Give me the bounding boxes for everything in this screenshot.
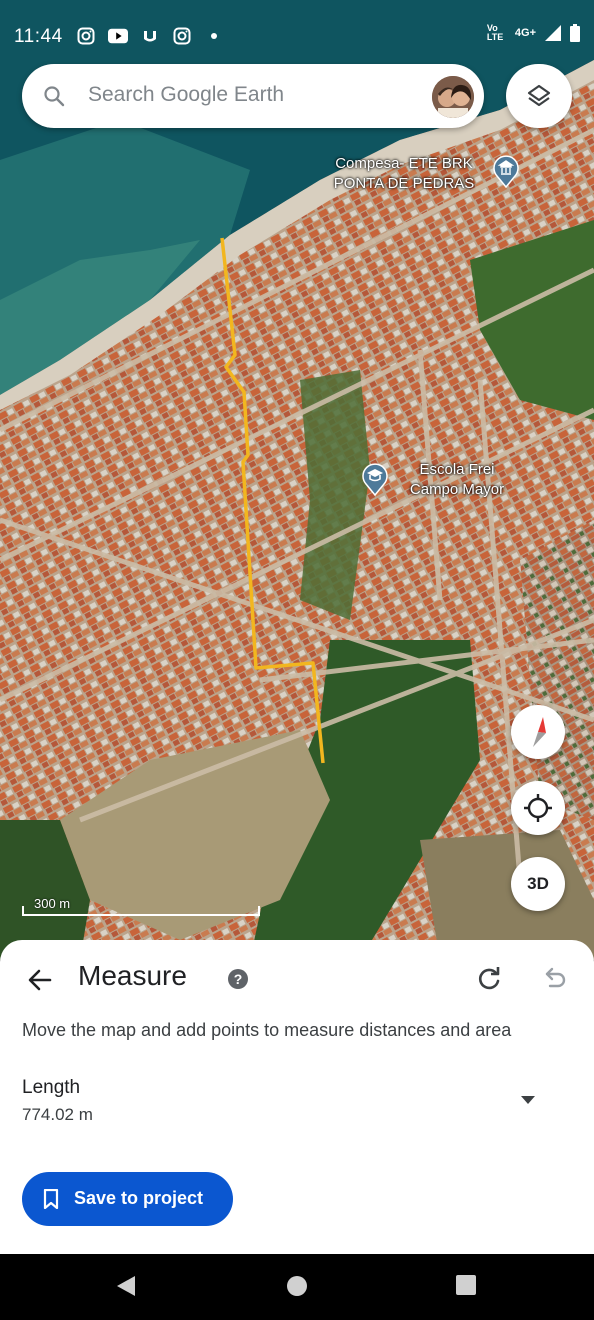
battery-icon: [570, 24, 580, 42]
search-bar[interactable]: Search Google Earth: [22, 64, 484, 128]
layers-icon: [527, 84, 551, 107]
measure-instructions: Move the map and add points to measure d…: [22, 1020, 512, 1040]
place-label-escola[interactable]: Escola Frei Campo Mayor: [394, 460, 520, 500]
length-value: 774.02 m: [22, 1105, 93, 1124]
system-nav-bar: [0, 1254, 594, 1320]
landmark-pin-icon[interactable]: [491, 152, 521, 188]
scale-line: [22, 906, 260, 916]
dot-icon: [204, 26, 224, 46]
redo-icon[interactable]: [474, 964, 504, 994]
my-location-button[interactable]: [511, 781, 565, 835]
place-label-compesa[interactable]: Compesa- ETE BRK PONTA DE PEDRAS: [314, 154, 494, 194]
avatar[interactable]: [432, 76, 474, 118]
save-button-label: Save to project: [74, 1188, 204, 1208]
crosshair-icon: [524, 794, 552, 822]
length-label: Length: [22, 1077, 81, 1098]
instagram-icon: [76, 26, 96, 46]
save-to-project-button[interactable]: Save to project: [22, 1172, 233, 1226]
mail-icon: [140, 26, 160, 46]
compass-icon: [533, 717, 546, 747]
nav-back-icon[interactable]: [115, 1274, 137, 1298]
instagram-icon: [172, 26, 192, 46]
nav-recents-icon[interactable]: [455, 1274, 477, 1296]
measure-panel: Measure ? Move the map and add points to…: [0, 940, 594, 1254]
signal-icon: [545, 25, 561, 41]
status-bar: 11:44 Vo LTE 4G+: [0, 0, 594, 70]
search-placeholder[interactable]: Search Google Earth: [88, 83, 284, 107]
network-type: 4G+: [514, 27, 536, 39]
map-view[interactable]: 11:44 Vo LTE 4G+ Search Google Earth Com…: [0, 0, 594, 960]
compass-button[interactable]: [511, 705, 565, 759]
panel-title: Measure: [78, 960, 187, 991]
school-pin-icon[interactable]: [360, 460, 390, 496]
3d-toggle-button[interactable]: 3D: [511, 857, 565, 911]
volte-indicator: Vo LTE: [486, 23, 504, 42]
nav-home-icon[interactable]: [285, 1274, 309, 1298]
clock: 11:44: [14, 26, 63, 47]
bookmark-icon: [43, 1189, 59, 1209]
back-arrow-icon[interactable]: [24, 964, 56, 996]
youtube-icon: [108, 26, 128, 46]
chevron-down-icon[interactable]: [520, 1095, 536, 1105]
help-icon[interactable]: ?: [228, 969, 248, 989]
scale-bar: 300 m: [22, 894, 260, 916]
layers-button[interactable]: [506, 64, 572, 128]
search-icon: [44, 86, 65, 107]
undo-icon[interactable]: [540, 964, 570, 994]
